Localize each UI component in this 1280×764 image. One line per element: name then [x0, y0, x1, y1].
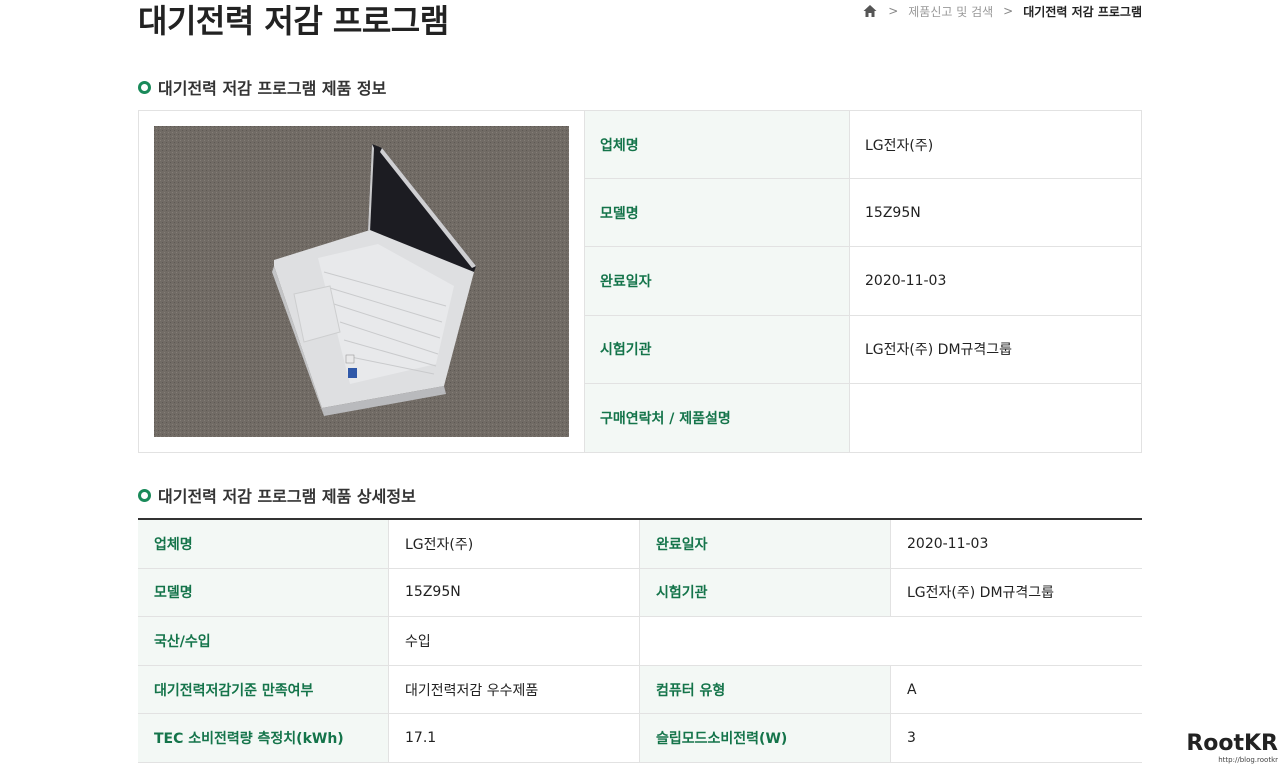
table-row: 업체명 LG전자(주) 완료일자 2020-11-03 [138, 520, 1142, 569]
chevron-right-icon: > [888, 4, 899, 18]
info-label: 시험기관 [585, 315, 850, 383]
info-value: LG전자(주) [865, 137, 934, 154]
watermark-brand: RootKR [1186, 731, 1278, 756]
info-label: 완료일자 [585, 247, 850, 315]
info-row-test-lab: 시험기관 LG전자(주) DM규격그룹 [585, 315, 1142, 384]
info-label: 업체명 [585, 111, 850, 179]
breadcrumb-item-search[interactable]: 제품신고 및 검색 [908, 3, 993, 20]
home-icon[interactable] [862, 3, 878, 19]
chevron-right-icon: > [1003, 4, 1014, 18]
info-value: 15Z95N [865, 204, 921, 221]
detail-value: LG전자(주) [389, 520, 640, 568]
detail-label: 컴퓨터 유형 [640, 665, 891, 714]
circle-bullet-icon [138, 488, 151, 502]
detail-value: A [907, 681, 917, 698]
info-row-contact: 구매연락처 / 제품설명 [585, 383, 1142, 452]
empty-cell [640, 617, 1142, 665]
detail-value: 17.1 [389, 714, 640, 762]
product-info-box: 업체명 LG전자(주) 모델명 15Z95N 완료일자 2020-11-03 시… [138, 110, 1142, 453]
info-row-date: 완료일자 2020-11-03 [585, 247, 1142, 316]
table-row: 모델명 15Z95N 시험기관 LG전자(주) DM규격그룹 [138, 568, 1142, 618]
product-info-rows: 업체명 LG전자(주) 모델명 15Z95N 완료일자 2020-11-03 시… [585, 111, 1142, 452]
breadcrumb-item-current: 대기전력 저감 프로그램 [1023, 4, 1142, 19]
detail-label: 업체명 [138, 520, 389, 568]
table-row: 대기전력저감기준 만족여부 대기전력저감 우수제품 컴퓨터 유형 A [138, 665, 1142, 715]
detail-label: 완료일자 [640, 520, 891, 568]
section-title-product-detail: 대기전력 저감 프로그램 제품 상세정보 [138, 483, 416, 507]
detail-label: 슬립모드소비전력(W) [640, 714, 891, 762]
circle-bullet-icon [138, 80, 151, 94]
detail-label: 시험기관 [640, 568, 891, 617]
detail-value: 3 [907, 730, 916, 747]
detail-label: 모델명 [138, 568, 389, 617]
info-label: 모델명 [585, 179, 850, 247]
info-row-company: 업체명 LG전자(주) [585, 111, 1142, 180]
page-title: 대기전력 저감 프로그램 [138, 2, 449, 40]
detail-value: 15Z95N [389, 568, 640, 617]
detail-value: 수입 [389, 617, 640, 665]
info-row-model: 모델명 15Z95N [585, 179, 1142, 248]
detail-label: 국산/수입 [138, 617, 389, 665]
product-photo-cell [139, 111, 585, 452]
detail-value: 대기전력저감 우수제품 [389, 665, 640, 714]
breadcrumb: > 제품신고 및 검색 > 대기전력 저감 프로그램 [862, 2, 1142, 20]
table-row: 국산/수입 수입 [138, 617, 1142, 666]
watermark: RootKR http://blog.rootkr [1186, 732, 1278, 764]
product-photo [154, 126, 569, 437]
info-value [850, 384, 1142, 452]
detail-value: 2020-11-03 [907, 535, 989, 552]
info-label: 구매연락처 / 제품설명 [585, 383, 850, 452]
detail-label: TEC 소비전력량 측정치(kWh) [138, 714, 389, 762]
info-value: LG전자(주) DM규격그룹 [865, 342, 1013, 359]
info-value: 2020-11-03 [865, 272, 947, 289]
section-title-text: 대기전력 저감 프로그램 제품 상세정보 [158, 487, 416, 506]
detail-label: 대기전력저감기준 만족여부 [138, 665, 389, 714]
product-detail-table: 업체명 LG전자(주) 완료일자 2020-11-03 모델명 15Z95N 시… [138, 518, 1142, 763]
detail-value: LG전자(주) DM규격그룹 [907, 585, 1055, 602]
watermark-url: http://blog.rootkr [1218, 756, 1278, 764]
section-title-product-info: 대기전력 저감 프로그램 제품 정보 [138, 75, 386, 99]
section-title-text: 대기전력 저감 프로그램 제품 정보 [158, 79, 387, 98]
table-row: TEC 소비전력량 측정치(kWh) 17.1 슬립모드소비전력(W) 3 [138, 714, 1142, 763]
